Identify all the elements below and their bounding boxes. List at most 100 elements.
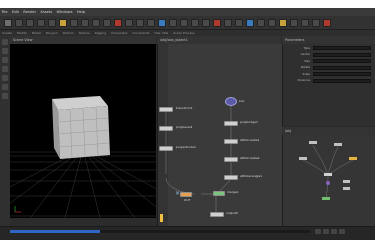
loop-icon[interactable] [339,229,345,234]
network-editor[interactable]: transform1 polybevel1 polyextrude1 box p… [157,44,282,226]
point-light-tool-icon[interactable] [180,18,188,27]
ambient-light-tool-icon[interactable] [246,18,254,27]
pyro-tool-icon[interactable] [323,18,331,27]
fluid-tool-icon[interactable] [312,18,320,27]
node-box[interactable] [225,97,237,106]
menu-help[interactable]: Help [75,8,86,16]
grid-tool-icon[interactable] [48,18,56,27]
param-field[interactable] [313,59,371,63]
shelf-tab-model[interactable]: Model [30,31,43,35]
draw-curve-tool-icon[interactable] [103,18,111,27]
menu-windows[interactable]: Windows [55,8,74,16]
font-tool-icon[interactable] [136,18,144,27]
shelf-tab-deform[interactable]: Deform [61,31,76,35]
play-icon[interactable] [323,229,329,234]
menu-assets[interactable]: Assets [39,8,54,16]
shelf-toolbar [0,16,375,30]
sphere-tool-icon[interactable] [15,18,23,27]
menu-render[interactable]: Render [22,8,38,16]
node-transform1-label: transform1 [176,106,193,110]
path-tool-icon[interactable] [114,18,122,27]
box-tool-icon[interactable] [4,18,12,27]
move-tool-icon[interactable] [2,48,8,54]
menu-file[interactable]: File [0,8,9,16]
parameter-pane: Type Center Size Rotate Scale Divisions [282,44,375,126]
param-field[interactable] [313,52,371,57]
param-field[interactable] [313,78,371,83]
node-output0-label: output0 [226,211,238,215]
area-light-tool-icon[interactable] [202,18,210,27]
light-tool-icon[interactable] [158,18,166,27]
rewind-icon[interactable] [315,229,321,234]
switcher-tool-icon[interactable] [279,18,287,27]
param-field[interactable] [313,65,371,70]
node-polyextrude1[interactable] [159,146,173,151]
sky-light-tool-icon[interactable] [224,18,232,27]
node-polyextrude1-label: polyextrude1 [176,145,196,149]
circle-tool-icon[interactable] [81,18,89,27]
secondary-node-graph [299,141,357,201]
node-output0[interactable] [210,212,224,217]
network-path[interactable]: /obj/box_object1 [157,36,281,44]
spot-light-tool-icon[interactable] [191,18,199,27]
select-tool-icon[interactable] [2,39,8,45]
node-polybevel1-label: polybevel1 [176,125,193,129]
curve-tool-icon[interactable] [92,18,100,27]
param-row: Scale [283,72,375,77]
param-field[interactable] [313,46,371,50]
pose-tool-icon[interactable] [2,84,8,90]
node-polybridge1[interactable] [224,121,238,126]
vr-camera-tool-icon[interactable] [268,18,276,27]
param-label: Center [300,52,310,56]
viewport-footer [10,218,156,226]
network2-path[interactable]: /obj [282,127,375,135]
node-polybevel1[interactable] [159,126,173,131]
env-light-tool-icon[interactable] [213,18,221,27]
param-label: Rotate [300,65,310,69]
node-attribcreate1[interactable] [224,139,238,144]
handle-tool-icon[interactable] [2,75,8,81]
shelf-tab-guide-process[interactable]: Guide Process [171,31,196,35]
box-geometry [52,96,110,159]
node-attribcreate2[interactable] [224,157,238,162]
scale-tool-icon[interactable] [2,66,8,72]
shelf-tab-constraints[interactable]: Constraints [130,31,151,35]
camera-tool-icon[interactable] [169,18,177,27]
null-tool-icon[interactable] [59,18,67,27]
node-wires [165,106,232,214]
param-field[interactable] [313,72,371,76]
shelf-tab-modify[interactable]: Modify [15,31,29,35]
rotate-tool-icon[interactable] [2,57,8,63]
shelf-tab-rigging[interactable]: Rigging [93,31,108,35]
node-attribcreate1-label: attribcreate1 [240,138,260,142]
shelf-tab-characters[interactable]: Characters [109,31,129,35]
tube-tool-icon[interactable] [26,18,34,27]
forward-icon[interactable] [331,229,337,234]
portal-light-tool-icon[interactable] [235,18,243,27]
spray-tool-icon[interactable] [125,18,133,27]
secondary-network-editor[interactable] [282,135,375,226]
timeline-bar[interactable] [10,230,310,233]
line-tool-icon[interactable] [70,18,78,27]
menu-edit[interactable]: Edit [10,8,20,16]
node-merge1[interactable] [213,191,225,196]
shelf-tab-hair-utils[interactable]: Hair Utils [152,31,170,35]
shelf-tab-polygon[interactable]: Polygon [44,31,60,35]
node-attribcreate2-label: attribcreate2 [240,156,260,160]
shelf-tab-create[interactable]: Create [0,31,14,35]
shelf-tab-texture[interactable]: Texture [77,31,92,35]
node-out[interactable] [180,192,192,197]
node-attribwrangle1[interactable] [224,175,238,180]
view-tool-icon[interactable] [2,93,8,99]
param-row: Rotate [283,65,375,70]
node-box-label: box [239,99,245,103]
stereo-camera-tool-icon[interactable] [257,18,265,27]
particle-tool-icon[interactable] [301,18,309,27]
platonic-tool-icon[interactable] [147,18,155,27]
node-attribwrangle1-label: attribwrangle1 [240,174,263,178]
3d-viewport[interactable] [10,44,156,218]
null-node-icon[interactable]: ✕ [175,191,180,197]
node-transform1[interactable] [159,107,173,112]
gamepad-camera-tool-icon[interactable] [290,18,298,27]
torus-tool-icon[interactable] [37,18,45,27]
